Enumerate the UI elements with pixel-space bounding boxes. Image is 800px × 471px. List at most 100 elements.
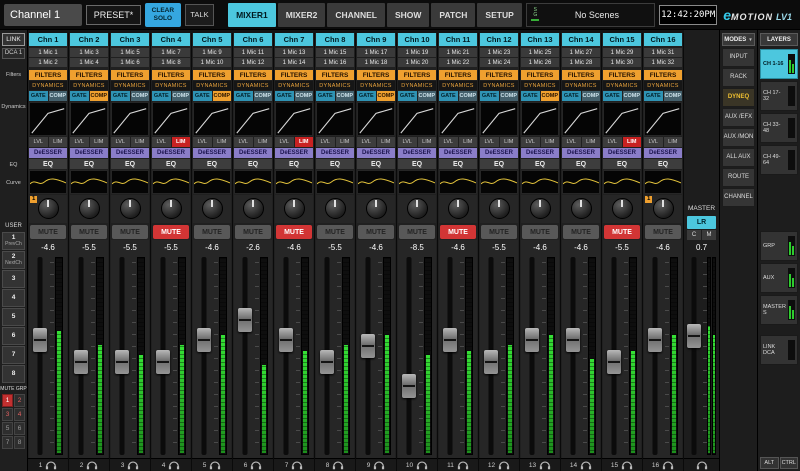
headphones-icon[interactable] (45, 461, 57, 470)
lim-button[interactable]: LIM (49, 137, 68, 147)
tab-show[interactable]: SHOW (387, 3, 429, 27)
lim-button[interactable]: LIM (213, 137, 232, 147)
tab-setup[interactable]: SETUP (477, 3, 521, 27)
comp-button[interactable]: COMP (418, 91, 437, 101)
gain-knob[interactable] (243, 198, 264, 219)
eq-button[interactable]: EQ (562, 159, 600, 169)
deesser-button[interactable]: DeESSER (439, 148, 477, 158)
fader-track[interactable] (402, 257, 416, 455)
dynamics-graph[interactable] (152, 102, 190, 136)
mute-button[interactable]: MUTE (112, 225, 148, 239)
headphones-icon[interactable] (332, 461, 344, 470)
fader-track[interactable] (361, 257, 375, 455)
fader-handle[interactable] (443, 328, 457, 352)
gain-knob[interactable] (284, 198, 305, 219)
lim-button[interactable]: LIM (131, 137, 150, 147)
lim-button[interactable]: LIM (582, 137, 601, 147)
channel-select-button[interactable]: Channel 1 (4, 4, 82, 26)
filters-button[interactable]: FILTERS (603, 70, 641, 80)
input-slot-1[interactable]: 1 Mic 31 (644, 48, 682, 57)
mute-button[interactable]: MUTE (276, 225, 312, 239)
headphones-icon[interactable] (127, 461, 139, 470)
eq-curve-graph[interactable] (316, 170, 354, 194)
tab-mixer1[interactable]: MIXER1 (228, 3, 276, 27)
dynamics-graph[interactable] (70, 102, 108, 136)
mute-button[interactable]: MUTE (399, 225, 435, 239)
lim-button[interactable]: LIM (377, 137, 396, 147)
input-slot-2[interactable]: 1 Mic 18 (357, 58, 395, 67)
gate-button[interactable]: GATE (152, 91, 171, 101)
link-button[interactable]: LINK (2, 33, 25, 46)
eq-curve-graph[interactable] (111, 170, 149, 194)
layer-link-dca[interactable]: LINK DCA (760, 335, 798, 365)
lvl-button[interactable]: LVL (357, 137, 376, 147)
fader-track[interactable] (320, 257, 334, 455)
dynamics-graph[interactable] (398, 102, 436, 136)
master-mono-button[interactable]: M (702, 230, 716, 240)
tab-mixer2[interactable]: MIXER2 (278, 3, 326, 27)
alt-button[interactable]: ALT (760, 457, 779, 469)
channel-name[interactable]: Chn 4 (152, 33, 190, 46)
eq-curve-graph[interactable] (644, 170, 682, 194)
mute-button[interactable]: MUTE (440, 225, 476, 239)
deesser-button[interactable]: DeESSER (234, 148, 272, 158)
dynamics-graph[interactable] (480, 102, 518, 136)
fader-handle[interactable] (320, 350, 334, 374)
filters-button[interactable]: FILTERS (29, 70, 67, 80)
mute-group-1[interactable]: 1 (2, 394, 13, 407)
mode-route[interactable]: ROUTE (722, 168, 755, 187)
layer-ch-49-64[interactable]: CH 49-64 (760, 145, 798, 175)
gain-knob[interactable] (448, 198, 469, 219)
channel-name[interactable]: Chn 3 (111, 33, 149, 46)
eq-curve-graph[interactable] (70, 170, 108, 194)
filters-button[interactable]: FILTERS (357, 70, 395, 80)
filters-button[interactable]: FILTERS (644, 70, 682, 80)
scenes-display[interactable]: SG No Scenes (526, 3, 655, 27)
user-button-8[interactable]: 8 (2, 365, 25, 383)
headphones-icon[interactable] (498, 461, 510, 470)
mute-button[interactable]: MUTE (153, 225, 189, 239)
user-button-1[interactable]: 1PrevCh (2, 232, 25, 250)
mute-group-4[interactable]: 4 (14, 408, 25, 421)
lim-button[interactable]: LIM (172, 137, 191, 147)
comp-button[interactable]: COMP (582, 91, 601, 101)
eq-button[interactable]: EQ (316, 159, 354, 169)
lvl-button[interactable]: LVL (193, 137, 212, 147)
channel-name[interactable]: Chn 11 (439, 33, 477, 46)
gain-knob[interactable] (79, 198, 100, 219)
mute-group-6[interactable]: 6 (14, 422, 25, 435)
gate-button[interactable]: GATE (29, 91, 48, 101)
fader-track[interactable] (197, 257, 211, 455)
input-slot-2[interactable]: 1 Mic 2 (29, 58, 67, 67)
deesser-button[interactable]: DeESSER (193, 148, 231, 158)
channel-name[interactable]: Chn 10 (398, 33, 436, 46)
input-slot-1[interactable]: 1 Mic 1 (29, 48, 67, 57)
dynamics-label[interactable]: DYNAMICS (152, 81, 190, 90)
dynamics-label[interactable]: DYNAMICS (480, 81, 518, 90)
gain-knob[interactable] (120, 198, 141, 219)
deesser-button[interactable]: DeESSER (521, 148, 559, 158)
channel-name[interactable]: Chn 15 (603, 33, 641, 46)
input-slot-1[interactable]: 1 Mic 17 (357, 48, 395, 57)
dynamics-graph[interactable] (603, 102, 641, 136)
deesser-button[interactable]: DeESSER (316, 148, 354, 158)
input-slot-1[interactable]: 1 Mic 9 (193, 48, 231, 57)
channel-name[interactable]: Chn 13 (521, 33, 559, 46)
input-slot-2[interactable]: 1 Mic 8 (152, 58, 190, 67)
gain-knob[interactable] (612, 198, 633, 219)
headphones-icon[interactable] (373, 461, 385, 470)
dynamics-label[interactable]: DYNAMICS (398, 81, 436, 90)
fader-handle[interactable] (33, 328, 47, 352)
lvl-button[interactable]: LVL (275, 137, 294, 147)
input-slot-2[interactable]: 1 Mic 4 (70, 58, 108, 67)
eq-curve-graph[interactable] (439, 170, 477, 194)
mute-button[interactable]: MUTE (71, 225, 107, 239)
gate-button[interactable]: GATE (357, 91, 376, 101)
input-slot-2[interactable]: 1 Mic 28 (562, 58, 600, 67)
channel-name[interactable]: Chn 12 (480, 33, 518, 46)
comp-button[interactable]: COMP (90, 91, 109, 101)
fader-handle[interactable] (607, 350, 621, 374)
mute-button[interactable]: MUTE (522, 225, 558, 239)
talk-button[interactable]: TALK (185, 4, 214, 26)
gain-knob[interactable] (571, 198, 592, 219)
